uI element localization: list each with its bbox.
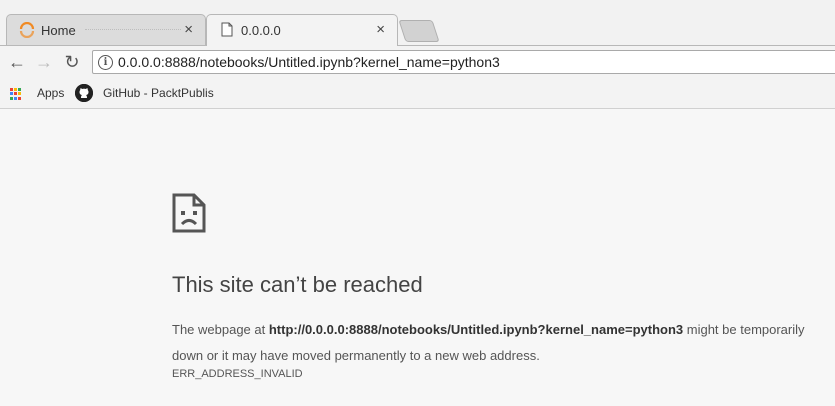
loading-spinner-icon [19,22,35,38]
tab-title-fade [85,29,181,31]
tab-home[interactable]: Home × [6,14,206,46]
address-bar[interactable]: i 0.0.0.0:8888/notebooks/Untitled.ipynb?… [92,50,835,74]
close-tab-icon[interactable]: × [184,21,193,38]
desc-url: http://0.0.0.0:8888/notebooks/Untitled.i… [268,322,684,337]
error-heading: This site can’t be reached [172,272,423,297]
new-tab-button[interactable] [398,20,440,42]
bookmark-apps[interactable]: Apps [37,86,64,100]
error-description: The webpage at http://0.0.0.0:8888/noteb… [172,317,812,369]
error-code: ERR_ADDRESS_INVALID [172,368,303,380]
bookmark-github[interactable]: GitHub - PacktPublis [103,86,214,100]
desc-prefix: The webpage at [172,322,269,337]
reload-button[interactable]: ↻ [61,51,83,73]
toolbar: ← → ↻ i 0.0.0.0:8888/notebooks/Untitled.… [0,45,835,80]
page-icon [221,22,233,37]
sad-page-icon [172,193,206,233]
tab-title: Home [41,23,76,38]
github-icon [75,84,93,102]
forward-button[interactable]: → [33,51,55,73]
apps-grid-icon[interactable] [10,88,22,100]
info-icon[interactable]: i [98,55,113,70]
tab-active[interactable]: 0.0.0.0 × [206,14,398,46]
tab-title: 0.0.0.0 [241,23,281,38]
bookmarks-bar: Apps GitHub - PacktPublis [0,80,835,109]
close-tab-icon[interactable]: × [376,21,385,38]
tab-strip: Home × 0.0.0.0 × [0,0,835,46]
back-button[interactable]: ← [6,51,28,73]
url-text[interactable]: 0.0.0.0:8888/notebooks/Untitled.ipynb?ke… [118,54,500,70]
